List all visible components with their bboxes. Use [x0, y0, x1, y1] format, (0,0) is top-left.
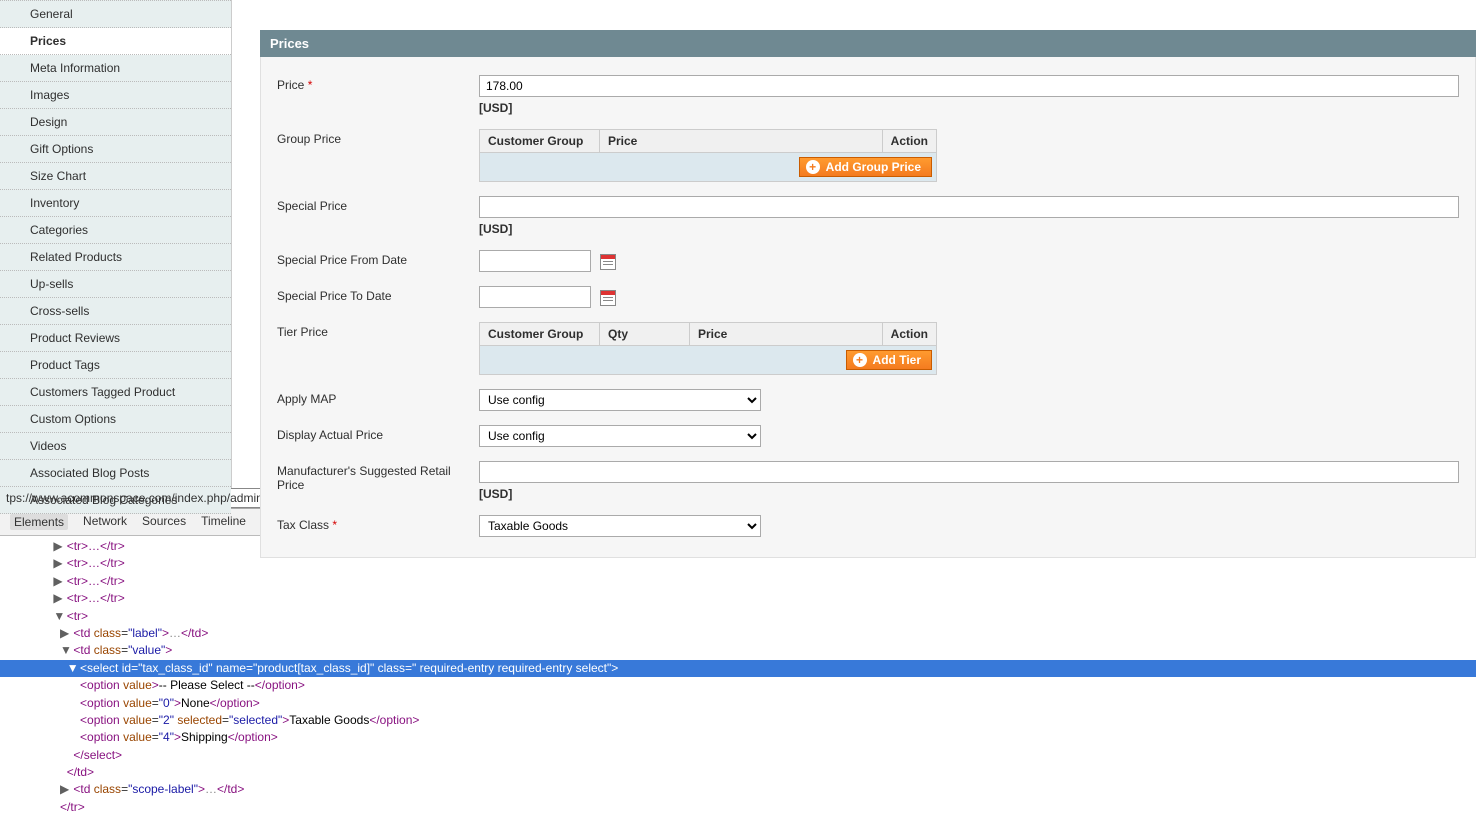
devtools-tab-network[interactable]: Network	[83, 514, 127, 530]
tax-class-select[interactable]: Taxable Goods	[479, 515, 761, 537]
price-currency: [USD]	[479, 101, 1459, 115]
sidebar-item-prices[interactable]: Prices	[0, 28, 231, 55]
sidebar-item-related-products[interactable]: Related Products	[0, 244, 231, 271]
calendar-icon[interactable]	[600, 290, 616, 306]
section-title: Prices	[260, 30, 1476, 57]
display-actual-label: Display Actual Price	[277, 425, 479, 442]
group-price-label: Group Price	[277, 129, 479, 146]
add-tier-button[interactable]: +Add Tier	[846, 350, 932, 370]
sidebar-item-cross-sells[interactable]: Cross-sells	[0, 298, 231, 325]
col-action: Action	[882, 323, 936, 346]
main-content: Prices Price * [USD] Group Price Custome…	[232, 0, 1476, 488]
msrp-label: Manufacturer's Suggested Retail Price	[277, 461, 479, 492]
tier-price-label: Tier Price	[277, 322, 479, 339]
sidebar-item-custom-options[interactable]: Custom Options	[0, 406, 231, 433]
sidebar-item-general[interactable]: General	[0, 0, 231, 28]
apply-map-label: Apply MAP	[277, 389, 479, 406]
special-from-label: Special Price From Date	[277, 250, 479, 267]
sidebar-item-associated-blog-posts[interactable]: Associated Blog Posts	[0, 460, 231, 487]
devtools-tab-timeline[interactable]: Timeline	[201, 514, 246, 530]
plus-icon: +	[806, 160, 820, 174]
sidebar-item-up-sells[interactable]: Up-sells	[0, 271, 231, 298]
sidebar-item-design[interactable]: Design	[0, 109, 231, 136]
special-price-currency: [USD]	[479, 222, 1459, 236]
special-from-input[interactable]	[479, 250, 591, 272]
price-label: Price *	[277, 75, 479, 92]
sidebar-item-categories[interactable]: Categories	[0, 217, 231, 244]
sidebar-item-size-chart[interactable]: Size Chart	[0, 163, 231, 190]
devtools-tab-sources[interactable]: Sources	[142, 514, 186, 530]
msrp-currency: [USD]	[479, 487, 1459, 501]
sidebar-item-images[interactable]: Images	[0, 82, 231, 109]
col-customer-group: Customer Group	[480, 323, 600, 346]
sidebar-item-customers-tagged-product[interactable]: Customers Tagged Product	[0, 379, 231, 406]
apply-map-select[interactable]: Use config	[479, 389, 761, 411]
col-customer-group: Customer Group	[480, 130, 600, 153]
sidebar: GeneralPricesMeta InformationImagesDesig…	[0, 0, 232, 488]
sidebar-item-product-reviews[interactable]: Product Reviews	[0, 325, 231, 352]
devtools-tab-elements[interactable]: Elements	[10, 514, 68, 530]
display-actual-select[interactable]: Use config	[479, 425, 761, 447]
col-price: Price	[600, 130, 883, 153]
special-price-input[interactable]	[479, 196, 1459, 218]
special-to-label: Special Price To Date	[277, 286, 479, 303]
sidebar-item-inventory[interactable]: Inventory	[0, 190, 231, 217]
group-price-table: Customer Group Price Action +Add Group P…	[479, 129, 937, 182]
sidebar-item-meta-information[interactable]: Meta Information	[0, 55, 231, 82]
col-price: Price	[690, 323, 883, 346]
calendar-icon[interactable]	[600, 254, 616, 270]
sidebar-item-gift-options[interactable]: Gift Options	[0, 136, 231, 163]
plus-icon: +	[853, 353, 867, 367]
add-group-price-button[interactable]: +Add Group Price	[799, 157, 932, 177]
special-price-label: Special Price	[277, 196, 479, 213]
devtools-elements-tree[interactable]: ▶ <tr>…</tr> ▶ <tr>…</tr> ▶ <tr>…</tr> ▶…	[0, 536, 1476, 836]
tax-class-label: Tax Class *	[277, 515, 479, 532]
msrp-input[interactable]	[479, 461, 1459, 483]
col-action: Action	[882, 130, 936, 153]
sidebar-item-product-tags[interactable]: Product Tags	[0, 352, 231, 379]
sidebar-item-videos[interactable]: Videos	[0, 433, 231, 460]
price-input[interactable]	[479, 75, 1459, 97]
tier-price-table: Customer Group Qty Price Action +Add Tie…	[479, 322, 937, 375]
special-to-input[interactable]	[479, 286, 591, 308]
col-qty: Qty	[600, 323, 690, 346]
